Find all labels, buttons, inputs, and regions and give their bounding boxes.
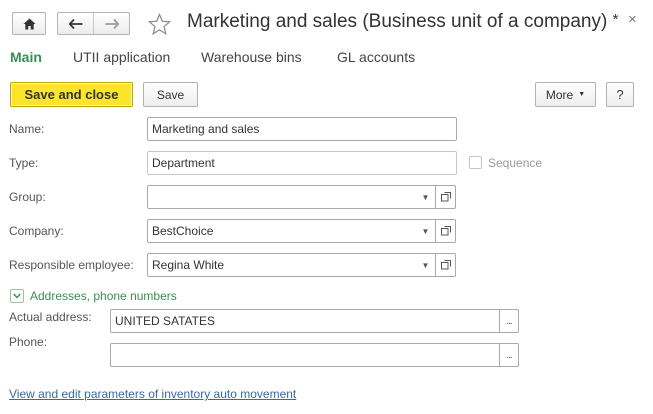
name-label: Name: xyxy=(9,122,45,136)
actual-address-label: Actual address: xyxy=(9,310,92,324)
type-label: Type: xyxy=(9,156,39,170)
type-field[interactable]: Department xyxy=(147,151,457,175)
open-window-icon xyxy=(440,226,451,236)
forward-button[interactable] xyxy=(93,13,129,34)
history-navigation xyxy=(57,12,130,35)
chevron-down-icon: ▼ xyxy=(421,226,430,236)
chevron-down-icon: ▼ xyxy=(421,260,430,270)
home-icon xyxy=(23,18,35,29)
company-dropdown-button[interactable]: ▼ xyxy=(416,219,436,243)
responsible-employee-open-button[interactable] xyxy=(436,253,456,277)
company-open-button[interactable] xyxy=(436,219,456,243)
group-open-button[interactable] xyxy=(436,185,456,209)
tab-utii-application[interactable]: UTII application xyxy=(73,49,170,65)
tab-main[interactable]: Main xyxy=(10,49,42,65)
open-window-icon xyxy=(440,260,451,270)
phone-select-button[interactable]: ... xyxy=(499,343,519,367)
open-window-icon xyxy=(440,192,451,202)
save-and-close-button[interactable]: Save and close xyxy=(10,82,133,107)
page-title: Marketing and sales (Business unit of a … xyxy=(187,11,618,33)
addresses-section-label[interactable]: Addresses, phone numbers xyxy=(30,289,177,303)
arrow-left-icon xyxy=(68,18,82,29)
ellipsis-icon: ... xyxy=(506,315,512,327)
group-dropdown-button[interactable]: ▼ xyxy=(416,185,436,209)
inventory-auto-movement-link[interactable]: View and edit parameters of inventory au… xyxy=(9,387,296,401)
close-icon[interactable]: × xyxy=(628,11,637,28)
more-button[interactable]: More ▼ xyxy=(535,82,596,107)
group-label: Group: xyxy=(9,190,46,204)
tab-warehouse-bins[interactable]: Warehouse bins xyxy=(201,49,302,65)
arrow-right-icon xyxy=(105,18,119,29)
chevron-down-icon xyxy=(13,293,21,299)
favorite-star-icon[interactable] xyxy=(148,13,171,35)
sequence-label: Sequence xyxy=(488,156,543,170)
back-button[interactable] xyxy=(58,13,93,34)
phone-label: Phone: xyxy=(9,335,48,349)
responsible-employee-dropdown-button[interactable]: ▼ xyxy=(416,253,436,277)
responsible-employee-label: Responsible employee: xyxy=(9,258,134,272)
addresses-section-toggle[interactable] xyxy=(10,289,24,303)
actual-address-field[interactable]: UNITED SATATES xyxy=(110,309,500,333)
help-button[interactable]: ? xyxy=(606,82,634,107)
group-field[interactable] xyxy=(147,185,417,209)
chevron-down-icon: ▼ xyxy=(578,91,586,98)
more-label: More xyxy=(545,87,574,102)
chevron-down-icon: ▼ xyxy=(421,192,430,202)
sequence-checkbox[interactable] xyxy=(469,156,482,169)
save-button[interactable]: Save xyxy=(143,82,198,107)
company-label: Company: xyxy=(9,224,64,238)
title-text: Marketing and sales (Business unit of a … xyxy=(187,11,608,32)
modified-indicator: * xyxy=(612,11,619,28)
actual-address-select-button[interactable]: ... xyxy=(499,309,519,333)
name-field[interactable]: Marketing and sales xyxy=(147,117,457,141)
company-field[interactable]: BestChoice xyxy=(147,219,417,243)
ellipsis-icon: ... xyxy=(506,349,512,361)
responsible-employee-field[interactable]: Regina White xyxy=(147,253,417,277)
phone-field[interactable] xyxy=(110,343,500,367)
tab-gl-accounts[interactable]: GL accounts xyxy=(337,49,415,65)
home-button[interactable] xyxy=(12,12,46,35)
